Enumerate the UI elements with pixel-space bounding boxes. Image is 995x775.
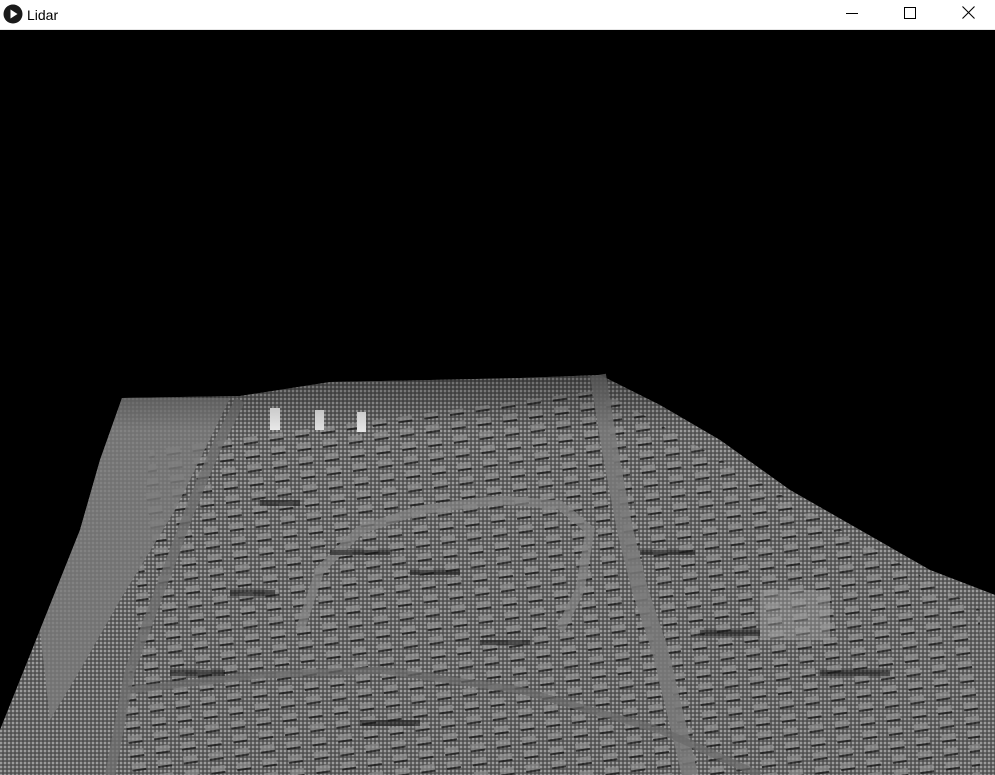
title-bar[interactable]: Lidar: [0, 0, 995, 30]
lidar-point-cloud: [0, 370, 995, 775]
horizon-fade: [0, 370, 995, 430]
play-circle-icon[interactable]: [3, 4, 23, 24]
building-blocks: [120, 390, 980, 775]
maximize-icon: [904, 6, 916, 24]
point-cloud-viewport[interactable]: [0, 30, 995, 775]
building-cluster: [760, 590, 830, 640]
close-icon: [961, 5, 975, 24]
minimize-icon: [846, 6, 858, 24]
app-window: Lidar: [0, 0, 995, 775]
close-button[interactable]: [939, 0, 995, 29]
maximize-button[interactable]: [881, 0, 939, 29]
minimize-button[interactable]: [823, 0, 881, 29]
window-title: Lidar: [27, 7, 59, 23]
